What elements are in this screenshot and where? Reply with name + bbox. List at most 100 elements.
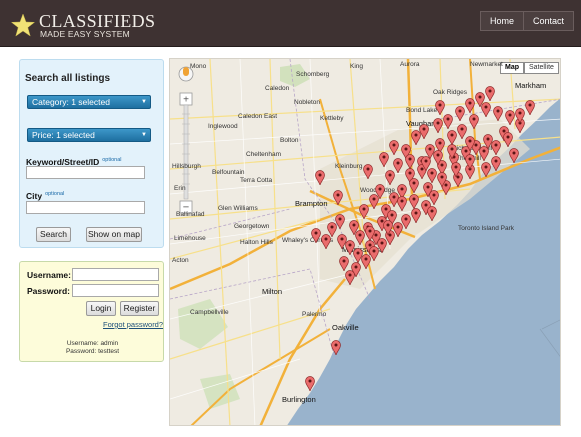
svg-text:+: +: [183, 95, 189, 106]
listing-marker-icon[interactable]: [503, 132, 513, 147]
listing-marker-icon[interactable]: [505, 110, 515, 125]
listing-marker-icon[interactable]: [443, 114, 453, 129]
listing-marker-icon[interactable]: [359, 204, 369, 219]
search-panel: Search all listings Category: 1 selected…: [19, 59, 164, 248]
listing-marker-icon[interactable]: [383, 220, 393, 235]
listing-marker-icon[interactable]: [337, 234, 347, 249]
listing-marker-icon[interactable]: [421, 156, 431, 171]
city-label-text: City: [26, 191, 43, 201]
place-label: Oak Ridges: [433, 89, 467, 96]
listing-marker-icon[interactable]: [491, 156, 501, 171]
listing-marker-icon[interactable]: [405, 154, 415, 169]
listing-marker-icon[interactable]: [321, 234, 331, 249]
listing-marker-icon[interactable]: [411, 208, 421, 223]
map-type-satellite-button[interactable]: Satellite: [524, 62, 559, 74]
listing-marker-icon[interactable]: [397, 196, 407, 211]
listing-marker-icon[interactable]: [333, 190, 343, 205]
place-label: Burlington: [282, 395, 316, 404]
place-label: Kleinburg: [335, 163, 363, 170]
demo-username-note: Username: admin: [66, 340, 119, 347]
map-type-map-button[interactable]: Map: [500, 62, 524, 74]
register-button[interactable]: Register: [120, 301, 159, 316]
listing-marker-icon[interactable]: [515, 108, 525, 123]
site-header: CLASSIFIEDS MADE EASY SYSTEM Home Contac…: [0, 0, 581, 47]
star-logo-icon: [11, 13, 35, 37]
price-select[interactable]: Price: 1 selected ▼: [27, 128, 151, 142]
listing-marker-icon[interactable]: [365, 226, 375, 241]
listing-marker-icon[interactable]: [469, 114, 479, 129]
logo-title[interactable]: CLASSIFIEDS: [39, 12, 155, 30]
listing-marker-icon[interactable]: [385, 170, 395, 185]
place-label: Erin: [174, 185, 186, 192]
place-label: Ballinafad: [176, 211, 205, 218]
place-label: Brampton: [295, 199, 328, 208]
listing-marker-icon[interactable]: [305, 376, 315, 391]
listing-marker-icon[interactable]: [419, 124, 429, 139]
listing-marker-icon[interactable]: [509, 148, 519, 163]
listing-marker-icon[interactable]: [389, 140, 399, 155]
listing-marker-icon[interactable]: [493, 106, 503, 121]
password-input[interactable]: [72, 284, 159, 297]
place-label: Aurora: [400, 61, 420, 68]
listings-map[interactable]: + − Map Satellite Mono Caledon King Auro…: [169, 58, 561, 426]
place-label: Hillsburgh: [172, 163, 201, 170]
forgot-password-link[interactable]: Forgot password?: [103, 320, 163, 329]
listing-marker-icon[interactable]: [447, 144, 457, 159]
listing-marker-icon[interactable]: [409, 194, 419, 209]
listing-marker-icon[interactable]: [447, 130, 457, 145]
place-label: Caledon East: [238, 113, 278, 120]
username-input[interactable]: [72, 268, 159, 281]
listing-marker-icon[interactable]: [437, 172, 447, 187]
place-label: Belfountain: [212, 169, 245, 176]
listing-marker-icon[interactable]: [409, 178, 419, 193]
category-select[interactable]: Category: 1 selected ▼: [27, 95, 151, 109]
listing-marker-icon[interactable]: [485, 86, 495, 101]
listing-marker-icon[interactable]: [465, 98, 475, 113]
listing-marker-icon[interactable]: [465, 136, 475, 151]
listing-marker-icon[interactable]: [345, 270, 355, 285]
keyword-input[interactable]: [26, 166, 145, 179]
place-label: King: [350, 63, 364, 70]
price-select-value: Price: 1 selected: [32, 130, 95, 140]
listing-marker-icon[interactable]: [491, 140, 501, 155]
nav-home-link[interactable]: Home: [481, 12, 523, 30]
listing-marker-icon[interactable]: [455, 106, 465, 121]
listing-marker-icon[interactable]: [331, 340, 341, 355]
place-label: Halton Hills: [240, 239, 273, 246]
dropdown-arrow-icon: ▼: [141, 99, 147, 105]
place-label: Mono: [190, 63, 207, 70]
password-label: Password:: [27, 286, 70, 296]
listing-marker-icon[interactable]: [525, 100, 535, 115]
listing-marker-icon[interactable]: [311, 228, 321, 243]
listing-marker-icon[interactable]: [481, 162, 491, 177]
listing-marker-icon[interactable]: [435, 100, 445, 115]
place-label: Bolton: [280, 137, 299, 144]
place-label: Newmarket: [470, 61, 503, 68]
username-label: Username:: [27, 270, 71, 280]
dropdown-arrow-icon: ▼: [141, 132, 147, 138]
listing-marker-icon[interactable]: [433, 118, 443, 133]
city-input[interactable]: [26, 201, 145, 214]
logo-subtitle: MADE EASY SYSTEM: [40, 29, 130, 39]
zoom-control[interactable]: + −: [175, 64, 197, 224]
listing-marker-icon[interactable]: [315, 170, 325, 185]
nav-contact-link[interactable]: Contact: [522, 12, 573, 30]
category-select-value: Category: 1 selected: [32, 97, 110, 107]
listing-marker-icon[interactable]: [465, 154, 475, 169]
listing-marker-icon[interactable]: [349, 220, 359, 235]
search-button[interactable]: Search: [36, 227, 71, 242]
listing-marker-icon[interactable]: [379, 152, 389, 167]
login-button[interactable]: Login: [86, 301, 116, 316]
listing-marker-icon[interactable]: [363, 164, 373, 179]
listing-marker-icon[interactable]: [475, 92, 485, 107]
listing-marker-icon[interactable]: [423, 182, 433, 197]
listing-marker-icon[interactable]: [479, 146, 489, 161]
listing-marker-icon[interactable]: [433, 150, 443, 165]
show-on-map-button[interactable]: Show on map: [86, 227, 142, 242]
place-label: Terra Cotta: [240, 177, 273, 184]
demo-password-note: Password: testtest: [65, 348, 120, 355]
listing-marker-icon[interactable]: [451, 162, 461, 177]
listing-marker-icon[interactable]: [339, 256, 349, 271]
listing-marker-icon[interactable]: [369, 194, 379, 209]
listing-marker-icon[interactable]: [427, 206, 437, 221]
